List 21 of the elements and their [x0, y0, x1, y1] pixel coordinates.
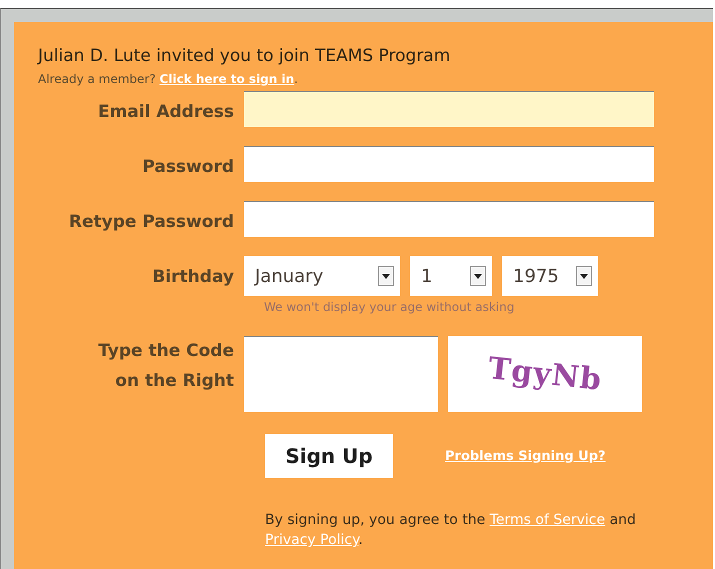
birthday-hint: We won't display your age without asking — [264, 300, 516, 314]
field-label: Type the Code on the Right — [97, 340, 234, 393]
dropdown[interactable]: 1 — [410, 256, 492, 296]
input-field[interactable] — [244, 201, 654, 237]
field-label: Password — [141, 156, 234, 179]
input-field[interactable] — [244, 146, 654, 182]
terms-text: By signing up, you agree to the Terms of Service and Privacy Policy. — [265, 511, 637, 550]
caret-icon — [470, 266, 486, 286]
invite-title: Julian D. Lute invited you to join TEAMS Program — [38, 46, 452, 66]
field-label: Email Address — [96, 101, 234, 124]
sign-up-button[interactable]: Sign Up — [265, 434, 393, 478]
code-field[interactable] — [244, 336, 438, 412]
caret-icon — [576, 266, 592, 286]
member-prompt: Already a member? Click here to sign in. — [38, 72, 299, 86]
dropdown[interactable]: January — [244, 256, 400, 296]
caret-icon — [378, 266, 394, 286]
captcha-code: TgyNb — [486, 350, 604, 398]
dropdown[interactable]: 1975 — [502, 256, 598, 296]
input-field[interactable] — [244, 91, 654, 127]
field-label: Birthday — [151, 266, 234, 289]
field-label: Retype Password — [68, 211, 234, 234]
